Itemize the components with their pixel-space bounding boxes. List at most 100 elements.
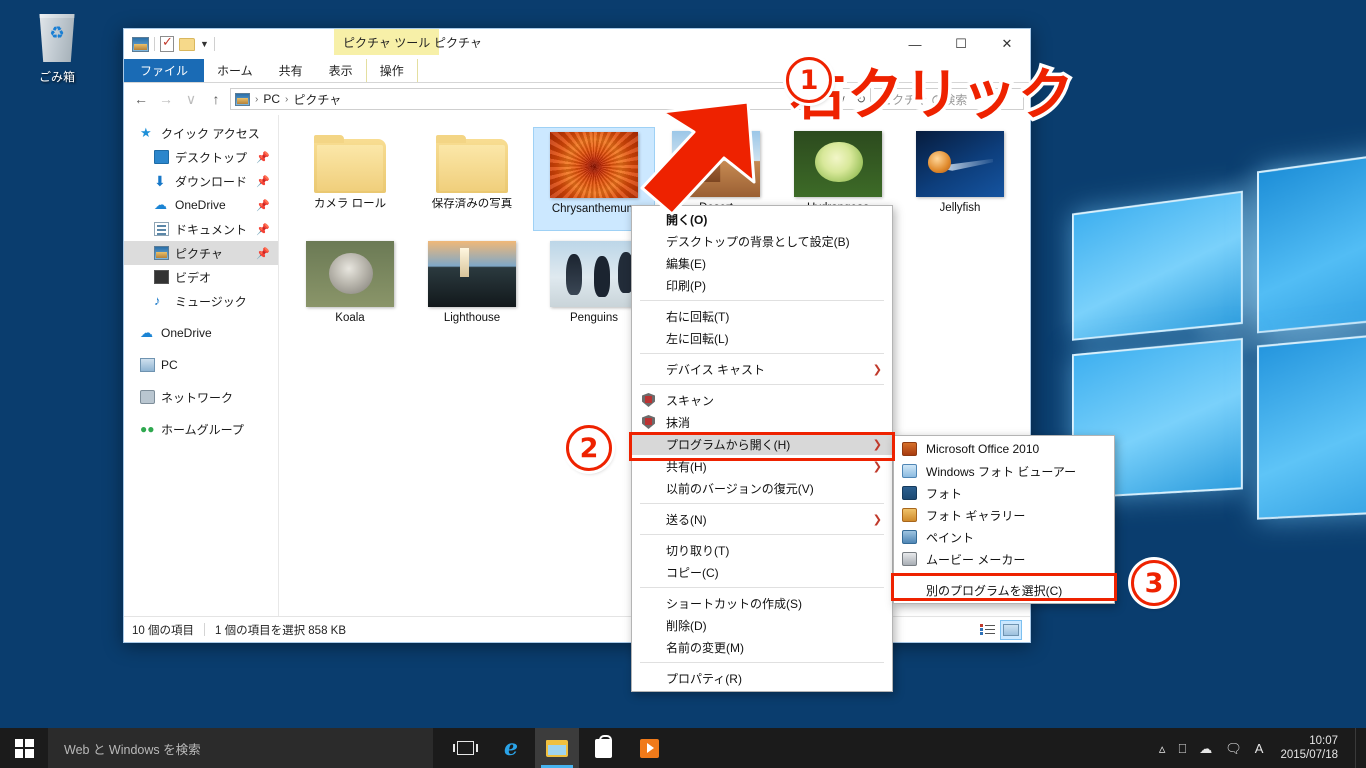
ribbon-tabs[interactable]: ファイル ホーム 共有 表示 操作 <box>124 59 1030 83</box>
store-button[interactable] <box>581 728 625 768</box>
menu-item-print[interactable]: 印刷(P) <box>632 274 892 296</box>
tab-home[interactable]: ホーム <box>204 59 266 82</box>
large-icons-view-button[interactable] <box>1000 619 1022 640</box>
menu-item-set-as-desktop-background[interactable]: デスクトップの背景として設定(B) <box>632 230 892 252</box>
taskbar-search-input[interactable]: Web と Windows を検索 <box>48 728 433 768</box>
new-folder-icon[interactable] <box>179 37 195 51</box>
start-button[interactable] <box>0 728 48 768</box>
breadcrumb-pc[interactable]: PC <box>263 92 280 106</box>
menu-item-rename[interactable]: 名前の変更(M) <box>632 636 892 658</box>
menu-item-properties[interactable]: プロパティ(R) <box>632 667 892 689</box>
edge-button[interactable]: e <box>489 728 533 768</box>
recycle-bin[interactable]: ♻ ごみ箱 <box>14 14 100 85</box>
menu-item-scan[interactable]: スキャン <box>632 389 892 411</box>
tab-manage[interactable]: 操作 <box>365 59 418 82</box>
sidebar-item-desktop[interactable]: デスクトップ 📌 <box>124 145 278 169</box>
menu-separator <box>640 353 884 354</box>
navigation-pane[interactable]: ★ クイック アクセス デスクトップ 📌 ⬇ ダウンロード 📌 ☁ OneDri… <box>124 115 279 616</box>
submenu-item-movie-maker[interactable]: ムービー メーカー <box>894 548 1114 570</box>
sidebar-item-pc[interactable]: PC <box>124 353 278 377</box>
menu-item-rotate-right[interactable]: 右に回転(T) <box>632 305 892 327</box>
menu-item-delete[interactable]: 削除(D) <box>632 614 892 636</box>
menu-item-cast-to-device[interactable]: デバイス キャスト ❯ <box>632 358 892 380</box>
forward-button[interactable]: → <box>155 88 177 110</box>
back-button[interactable]: ← <box>130 88 152 110</box>
customize-toolbar-caret-icon[interactable]: ▼ <box>200 39 209 49</box>
menu-item-erase[interactable]: 抹消 <box>632 411 892 433</box>
show-hidden-icons-chevron-icon[interactable]: ▵ <box>1159 742 1166 755</box>
tab-file[interactable]: ファイル <box>124 59 205 82</box>
list-item[interactable]: Koala <box>289 237 411 341</box>
maximize-button[interactable]: ☐ <box>938 29 984 59</box>
edge-icon: e <box>504 735 518 761</box>
menu-item-create-shortcut[interactable]: ショートカットの作成(S) <box>632 592 892 614</box>
submenu-item-windows-photo-viewer[interactable]: Windows フォト ビューアー <box>894 460 1114 482</box>
desktop[interactable]: ♻ ごみ箱 ▼ ピクチャ ツール ピクチャ — ☐ ✕ ファイル ホー <box>0 0 1366 768</box>
taskbar[interactable]: Web と Windows を検索 e ▵ ⎕ ☁ 🗨 A 10:07 2015… <box>0 728 1366 768</box>
close-button[interactable]: ✕ <box>984 29 1030 59</box>
media-player-button[interactable] <box>627 728 671 768</box>
system-tray[interactable]: ▵ ⎕ ☁ 🗨 A 10:07 2015/07/18 <box>1159 728 1366 768</box>
context-menu[interactable]: 開く(O) デスクトップの背景として設定(B) 編集(E) 印刷(P) 右に回転… <box>631 205 893 692</box>
recycle-bin-label: ごみ箱 <box>38 70 75 84</box>
sidebar-item-music[interactable]: ♪ ミュージック <box>124 289 278 313</box>
list-item[interactable]: Jellyfish <box>899 127 1021 231</box>
submenu-item-microsoft-office-2010[interactable]: Microsoft Office 2010 <box>894 438 1114 460</box>
menu-item-rotate-left[interactable]: 左に回転(L) <box>632 327 892 349</box>
sidebar-item-downloads[interactable]: ⬇ ダウンロード 📌 <box>124 169 278 193</box>
shield-icon <box>642 415 655 429</box>
quick-access-toolbar[interactable]: ▼ <box>124 29 215 59</box>
tab-share[interactable]: 共有 <box>266 59 316 82</box>
menu-item-open[interactable]: 開く(O) <box>632 208 892 230</box>
breadcrumb-pictures[interactable]: ピクチャ <box>293 91 341 108</box>
minimize-button[interactable]: — <box>892 29 938 59</box>
sidebar-item-videos[interactable]: ビデオ <box>124 265 278 289</box>
menu-item-open-with[interactable]: プログラムから開く(H) ❯ <box>632 433 892 455</box>
open-with-submenu[interactable]: Microsoft Office 2010 Windows フォト ビューアー … <box>893 435 1115 604</box>
address-bar-row[interactable]: ← → ∨ ↑ › PC › ピクチャ ∨ ↻ ピクチャ の検索 <box>124 83 1030 115</box>
thumbnail <box>428 241 516 307</box>
file-explorer-button[interactable] <box>535 728 579 768</box>
taskbar-buttons[interactable]: e <box>433 728 671 768</box>
submenu-item-photo-gallery[interactable]: フォト ギャラリー <box>894 504 1114 526</box>
menu-item-send-to[interactable]: 送る(N) ❯ <box>632 508 892 530</box>
menu-item-copy[interactable]: コピー(C) <box>632 561 892 583</box>
tab-view[interactable]: 表示 <box>316 59 366 82</box>
clock[interactable]: 10:07 2015/07/18 <box>1276 734 1338 763</box>
properties-icon[interactable] <box>160 34 174 52</box>
menu-item-restore-previous-versions[interactable]: 以前のバージョンの復元(V) <box>632 477 892 499</box>
window-controls[interactable]: — ☐ ✕ <box>892 29 1030 59</box>
view-toggle-group[interactable] <box>976 619 1022 640</box>
list-item[interactable]: 保存済みの写真 <box>411 127 533 231</box>
onedrive-icon[interactable]: ☁ <box>1199 742 1212 755</box>
up-button[interactable]: ↑ <box>205 88 227 110</box>
show-desktop-button[interactable] <box>1355 728 1360 768</box>
menu-item-cut[interactable]: 切り取り(T) <box>632 539 892 561</box>
search-input[interactable]: ピクチャ の検索 <box>874 88 1024 110</box>
submenu-item-paint[interactable]: ペイント <box>894 526 1114 548</box>
refresh-icon[interactable]: ↻ <box>851 92 866 106</box>
action-center-icon[interactable]: 🗨 <box>1225 742 1242 755</box>
sidebar-item-documents[interactable]: ドキュメント 📌 <box>124 217 278 241</box>
sidebar-item-onedrive-quick[interactable]: ☁ OneDrive 📌 <box>124 193 278 217</box>
title-bar[interactable]: ▼ ピクチャ ツール ピクチャ — ☐ ✕ <box>124 29 1030 59</box>
sidebar-item-quick-access[interactable]: ★ クイック アクセス <box>124 121 278 145</box>
sidebar-item-onedrive[interactable]: ☁ OneDrive <box>124 321 278 345</box>
list-item[interactable]: カメラ ロール <box>289 127 411 231</box>
menu-item-share[interactable]: 共有(H) ❯ <box>632 455 892 477</box>
list-view-button[interactable] <box>976 620 998 640</box>
sidebar-item-network[interactable]: ネットワーク <box>124 385 278 409</box>
ime-icon[interactable]: A <box>1255 742 1264 755</box>
address-bar[interactable]: › PC › ピクチャ ∨ ↻ <box>230 88 871 110</box>
list-item[interactable]: Lighthouse <box>411 237 533 341</box>
cloud-icon: ☁ <box>154 197 167 212</box>
network-icon[interactable]: ⎕ <box>1178 742 1186 755</box>
menu-item-edit[interactable]: 編集(E) <box>632 252 892 274</box>
submenu-item-photos[interactable]: フォト <box>894 482 1114 504</box>
sidebar-item-homegroup[interactable]: ●● ホームグループ <box>124 417 278 441</box>
sidebar-item-pictures[interactable]: ピクチャ 📌 <box>124 241 278 265</box>
recent-locations-button[interactable]: ∨ <box>180 88 202 110</box>
submenu-item-choose-another-app[interactable]: 別のプログラムを選択(C) <box>894 579 1114 601</box>
task-view-button[interactable] <box>443 728 487 768</box>
address-dropdown-caret-icon[interactable]: ∨ <box>839 94 846 105</box>
